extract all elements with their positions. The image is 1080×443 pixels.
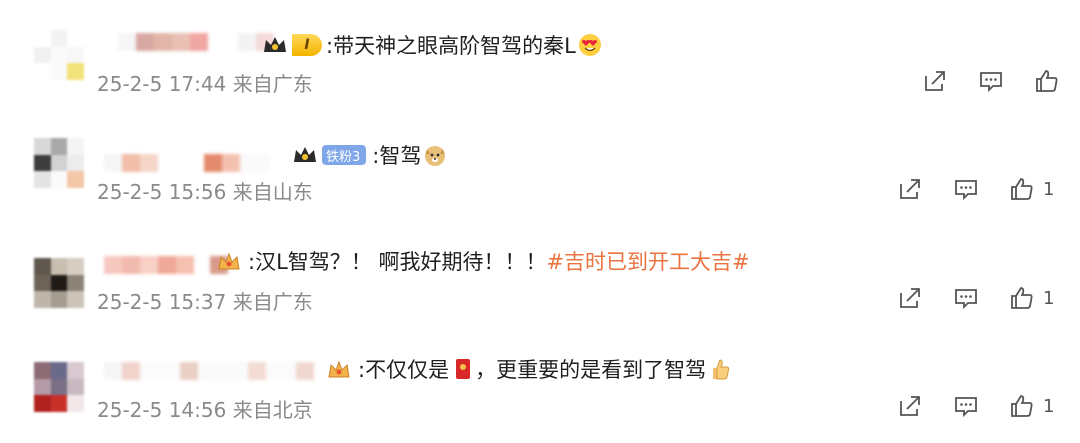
- comment-date: 25-2-5: [97, 72, 163, 96]
- comment-body: I :带天神之眼高阶智驾的秦L: [262, 30, 602, 60]
- share-icon[interactable]: [895, 174, 925, 204]
- share-icon[interactable]: [895, 391, 925, 421]
- comment-item: I :带天神之眼高阶智驾的秦L 25-2-5 17:44 来自广东: [0, 0, 1080, 108]
- comment-body: 铁粉3 :智驾: [292, 140, 447, 170]
- comment-time: 15:37: [168, 290, 227, 314]
- comment-icon[interactable]: [951, 283, 981, 313]
- comment-time: 14:56: [168, 398, 227, 422]
- like-icon[interactable]: [1032, 66, 1062, 96]
- comment-actions: 1: [895, 174, 1055, 204]
- avatar[interactable]: [34, 362, 84, 412]
- comment-icon[interactable]: [976, 66, 1006, 96]
- comment-icon[interactable]: [951, 174, 981, 204]
- comment-icon[interactable]: [951, 391, 981, 421]
- comment-time: 15:56: [168, 180, 227, 204]
- comment-text: ，更重要的是看到了智驾: [475, 358, 707, 382]
- comment-meta: 25-2-5 14:56 来自北京: [97, 394, 313, 423]
- comment-location: 来自山东: [232, 180, 313, 204]
- username[interactable]: [104, 154, 270, 174]
- comment-actions: 1: [895, 391, 1055, 421]
- comment-body: :不仅仅是 ，更重要的是看到了智驾: [326, 354, 732, 384]
- red-packet-emoji: [451, 357, 475, 381]
- username[interactable]: [104, 256, 228, 276]
- comment-location: 来自北京: [232, 398, 313, 422]
- comment-body: :汉L智驾？！ 啊我好期待！！！ #吉时已到开工大吉#: [216, 246, 750, 276]
- comment-date: 25-2-5: [97, 398, 163, 422]
- comment-text: :汉L智驾？！ 啊我好期待！！！: [248, 250, 547, 274]
- username[interactable]: [104, 362, 314, 382]
- like-icon[interactable]: [1007, 174, 1037, 204]
- comment-item: :不仅仅是 ，更重要的是看到了智驾 25-2-5 14:56 来自北京 1: [0, 324, 1080, 432]
- comment-date: 25-2-5: [97, 290, 163, 314]
- avatar[interactable]: [34, 30, 84, 80]
- avatar[interactable]: [34, 258, 84, 308]
- comment-meta: 25-2-5 15:56 来自山东: [97, 176, 313, 205]
- crown-icon: [292, 144, 318, 166]
- avatar[interactable]: [34, 138, 84, 188]
- like-icon[interactable]: [1007, 391, 1037, 421]
- crown-badge-icon: [326, 357, 352, 381]
- comment-text: :带天神之眼高阶智驾的秦L: [326, 34, 576, 58]
- hashtag-link[interactable]: #吉时已到开工大吉#: [546, 246, 749, 276]
- crown-badge-icon: [216, 249, 242, 273]
- heart-eyes-emoji: [578, 33, 602, 57]
- share-icon[interactable]: [920, 66, 950, 96]
- level-badge: I: [292, 34, 322, 56]
- thumbs-up-emoji: [708, 357, 732, 381]
- comment-date: 25-2-5: [97, 180, 163, 204]
- like-count: 1: [1043, 178, 1055, 200]
- like-count: 1: [1043, 395, 1055, 417]
- comment-time: 17:44: [168, 72, 227, 96]
- comment-meta: 25-2-5 15:37 来自广东: [97, 286, 313, 315]
- comment-meta: 25-2-5 17:44 来自广东: [97, 68, 313, 97]
- like-count: 1: [1043, 287, 1055, 309]
- comment-actions: 1: [895, 283, 1055, 313]
- comment-text: :不仅仅是: [358, 358, 450, 382]
- username[interactable]: [118, 33, 274, 53]
- crown-icon: [262, 34, 288, 56]
- doge-emoji: [423, 143, 447, 167]
- comment-text: :智驾: [372, 144, 422, 168]
- comment-item: 铁粉3 :智驾 25-2-5 15:56 来自山东 1: [0, 108, 1080, 216]
- comment-location: 来自广东: [232, 72, 313, 96]
- comment-item: :汉L智驾？！ 啊我好期待！！！ #吉时已到开工大吉# 25-2-5 15:37…: [0, 216, 1080, 324]
- comment-actions: [920, 66, 1080, 96]
- comment-location: 来自广东: [232, 290, 313, 314]
- fan-badge: 铁粉3: [322, 145, 367, 165]
- share-icon[interactable]: [895, 283, 925, 313]
- like-icon[interactable]: [1007, 283, 1037, 313]
